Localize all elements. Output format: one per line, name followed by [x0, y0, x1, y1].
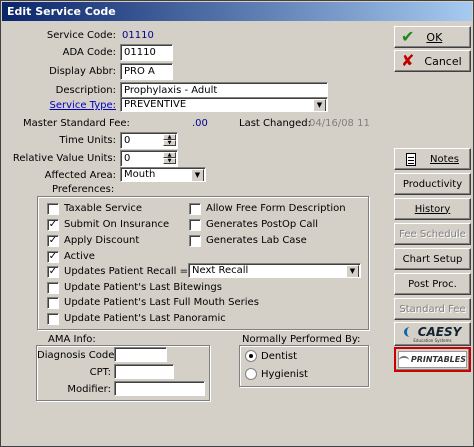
- close-icon: ✘: [401, 51, 415, 70]
- service-type-select[interactable]: PREVENTIVE ▼: [120, 97, 328, 112]
- service-type-link[interactable]: Service Type:: [1, 100, 116, 111]
- swoosh-icon: [403, 327, 416, 337]
- recall-type-select[interactable]: Next Recall ▼: [188, 263, 361, 278]
- ada-code-label: ADA Code:: [62, 47, 116, 58]
- check-icon: ✔: [401, 27, 415, 46]
- cpt-input[interactable]: [114, 364, 174, 379]
- last-bitewings-label: Update Patient's Last Bitewings: [64, 282, 222, 293]
- productivity-button[interactable]: Productivity: [394, 173, 471, 195]
- last-fmx-label: Update Patient's Last Full Mouth Series: [64, 297, 259, 308]
- master-fee-label: Master Standard Fee:: [23, 118, 130, 129]
- hygienist-label: Hygienist: [261, 369, 308, 380]
- last-changed-value: 04/16/08 11: [309, 118, 370, 129]
- preferences-label: Preferences:: [52, 184, 115, 195]
- affected-area-value: Mouth: [124, 169, 156, 180]
- chevron-down-icon[interactable]: ▼: [191, 169, 204, 181]
- active-checkbox[interactable]: ✓: [47, 251, 59, 263]
- printables-button[interactable]: PRINTABLES: [394, 347, 471, 372]
- apply-discount-checkbox[interactable]: ✓: [47, 235, 59, 247]
- printables-logo: PRINTABLES: [398, 351, 467, 368]
- swoosh-icon: [399, 355, 409, 364]
- active-label: Active: [64, 251, 95, 262]
- time-units-value: 0: [124, 135, 131, 146]
- time-units-spinner[interactable]: ▲ ▼: [163, 134, 176, 147]
- ok-label: OK: [426, 30, 443, 44]
- rvu-spinner[interactable]: ▲ ▼: [163, 152, 176, 165]
- diagnosis-code-label: Diagnosis Code:: [37, 350, 118, 361]
- cancel-label: Cancel: [424, 54, 462, 68]
- submit-insurance-label: Submit On Insurance: [64, 219, 170, 230]
- service-code-label: Service Code:: [46, 30, 116, 41]
- postop-call-label: Generates PostOp Call: [206, 219, 319, 230]
- rvu-input[interactable]: 0 ▲ ▼: [120, 150, 178, 167]
- chevron-down-icon[interactable]: ▼: [313, 99, 326, 111]
- taxable-label: Taxable Service: [64, 203, 143, 214]
- modifier-input[interactable]: [114, 381, 205, 396]
- submit-insurance-checkbox[interactable]: ✓: [47, 219, 59, 231]
- service-code-value: 01110: [122, 30, 154, 41]
- caesy-button[interactable]: CAESY Education Systems: [394, 322, 471, 346]
- dentist-radio[interactable]: [245, 350, 257, 362]
- cpt-label: CPT:: [89, 367, 111, 378]
- ok-button[interactable]: ✔ OK: [394, 26, 471, 48]
- fee-schedule-button[interactable]: Fee Schedule: [394, 223, 471, 245]
- rvu-value: 0: [124, 153, 131, 164]
- updates-recall-label: Updates Patient Recall ==>: [64, 266, 205, 277]
- diagnosis-code-input[interactable]: [114, 347, 167, 362]
- notes-button[interactable]: Notes: [394, 148, 471, 170]
- display-abbr-label: Display Abbr:: [49, 66, 116, 77]
- modifier-label: Modifier:: [67, 384, 111, 395]
- time-units-label: Time Units:: [59, 135, 116, 146]
- performed-by-group: [239, 345, 369, 387]
- free-form-label: Allow Free Form Description: [206, 203, 346, 214]
- last-changed-label: Last Changed:: [239, 118, 312, 129]
- affected-area-label: Affected Area:: [44, 170, 116, 181]
- ada-code-input[interactable]: 01110: [120, 44, 173, 61]
- apply-discount-label: Apply Discount: [64, 235, 140, 246]
- description-label: Description:: [55, 85, 116, 96]
- time-units-input[interactable]: 0 ▲ ▼: [120, 132, 178, 149]
- ama-info-title: AMA Info:: [48, 334, 96, 345]
- performed-by-title: Normally Performed By:: [242, 334, 361, 345]
- last-bitewings-checkbox[interactable]: [47, 282, 59, 294]
- master-fee-value: .00: [192, 118, 208, 129]
- caesy-logo: CAESY: [403, 325, 462, 339]
- chart-setup-button[interactable]: Chart Setup: [394, 248, 471, 270]
- last-pano-label: Update Patient's Last Panoramic: [64, 313, 226, 324]
- last-fmx-checkbox[interactable]: [47, 297, 59, 309]
- service-type-value: PREVENTIVE: [124, 99, 187, 110]
- history-button[interactable]: History: [394, 198, 471, 220]
- hygienist-radio[interactable]: [245, 368, 257, 380]
- last-pano-checkbox[interactable]: [47, 313, 59, 325]
- post-proc-button[interactable]: Post Proc.: [394, 273, 471, 295]
- display-abbr-input[interactable]: PRO A: [120, 63, 173, 80]
- notes-label: Notes: [430, 153, 459, 165]
- standard-fee-button[interactable]: Standard Fee: [394, 298, 471, 320]
- updates-recall-checkbox[interactable]: ✓: [47, 266, 59, 278]
- recall-type-value: Next Recall: [192, 265, 249, 276]
- chevron-down-icon[interactable]: ▼: [346, 265, 359, 277]
- postop-call-checkbox[interactable]: [189, 219, 201, 231]
- affected-area-select[interactable]: Mouth ▼: [120, 167, 206, 182]
- lab-case-label: Generates Lab Case: [206, 235, 307, 246]
- notepad-icon: [406, 152, 417, 166]
- dentist-label: Dentist: [261, 351, 298, 362]
- lab-case-checkbox[interactable]: [189, 235, 201, 247]
- cancel-button[interactable]: ✘ Cancel: [394, 50, 471, 72]
- printables-label: PRINTABLES: [410, 355, 466, 364]
- free-form-checkbox[interactable]: [189, 203, 201, 215]
- caesy-label: CAESY: [417, 325, 462, 339]
- window-title: Edit Service Code: [2, 2, 472, 21]
- rvu-label: Relative Value Units:: [12, 153, 116, 164]
- taxable-checkbox[interactable]: [47, 203, 59, 215]
- edit-service-code-window: Edit Service Code Service Code: 01110 AD…: [0, 0, 474, 447]
- caesy-subtitle: Education Systems: [413, 338, 452, 343]
